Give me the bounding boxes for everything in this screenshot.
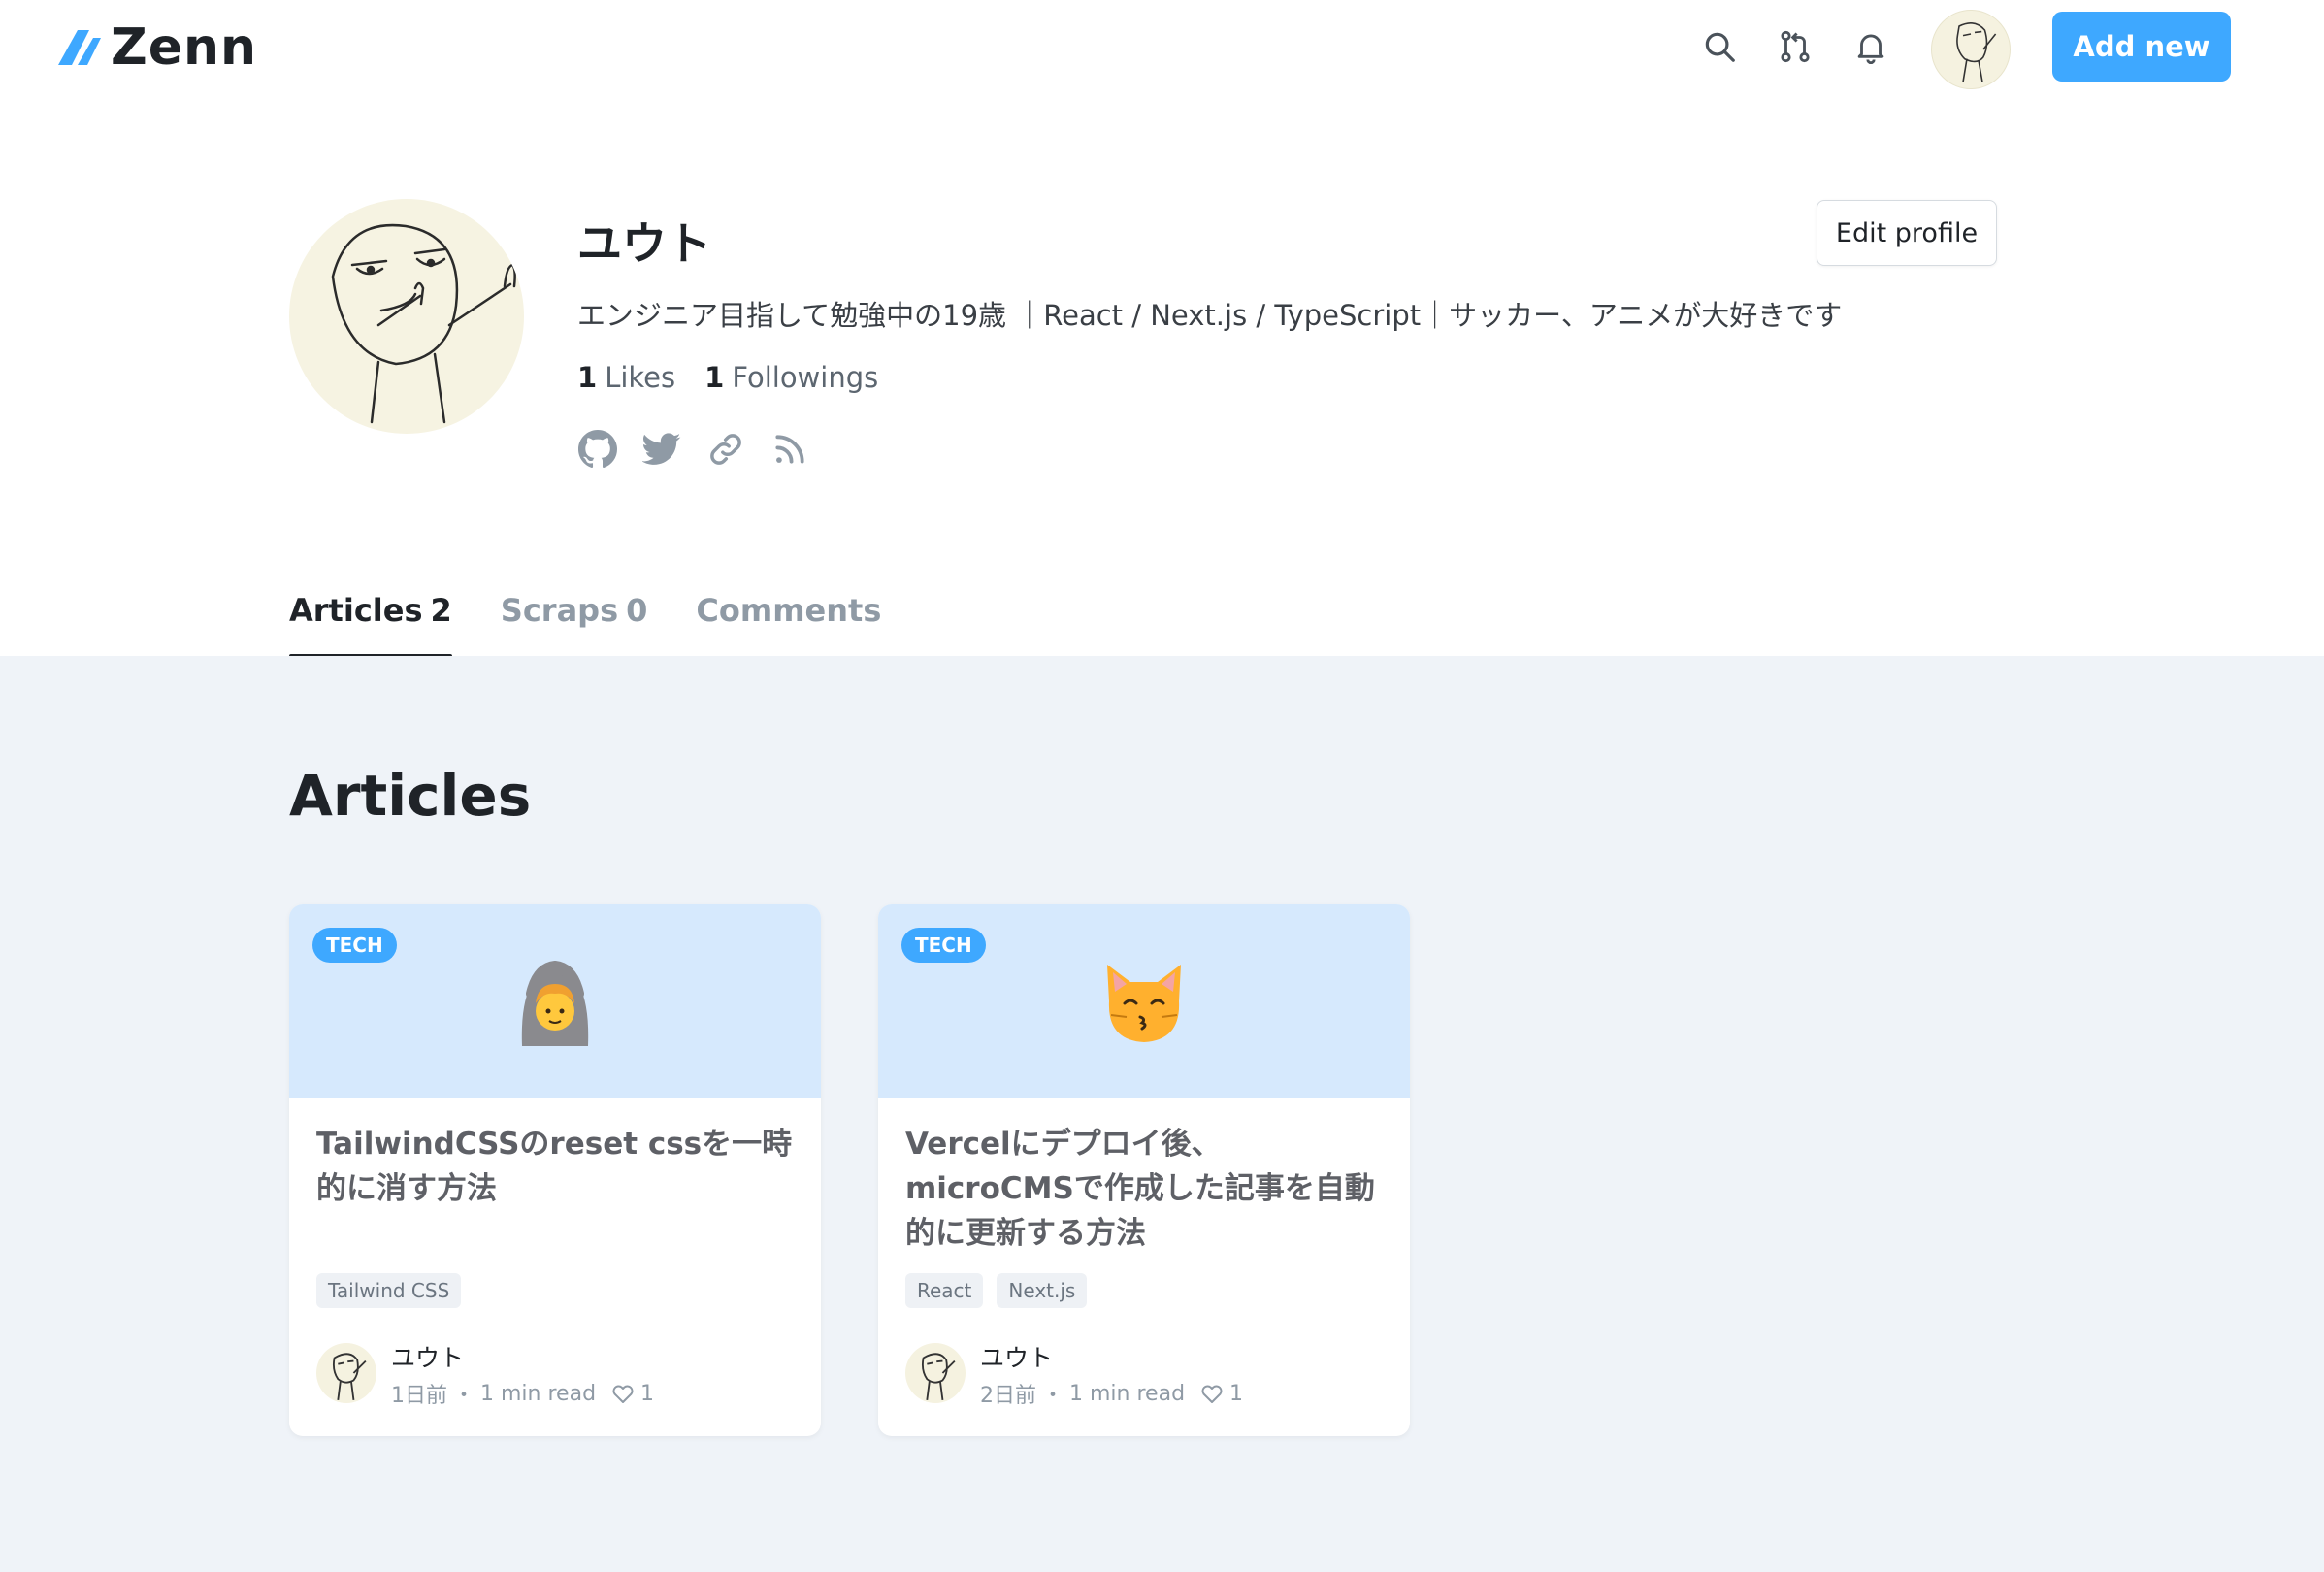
article-card[interactable]: TECH Vercelにデプロイ後、microCMSで作成した記事を自動的に更新… bbox=[878, 904, 1410, 1436]
article-date: 1日前 bbox=[391, 1384, 447, 1408]
followings-count: 1 bbox=[704, 361, 725, 394]
article-tags: React Next.js bbox=[905, 1273, 1088, 1308]
profile-bio: エンジニア目指して勉強中の19歳 ｜React / Next.js / Type… bbox=[577, 299, 1843, 332]
tab-label: Articles bbox=[289, 592, 423, 629]
author-avatar[interactable] bbox=[905, 1343, 966, 1403]
pull-request-icon[interactable] bbox=[1774, 25, 1817, 68]
author-name[interactable]: ユウト bbox=[391, 1339, 464, 1374]
add-new-button[interactable]: Add new bbox=[2052, 12, 2231, 82]
author-avatar[interactable] bbox=[316, 1343, 376, 1403]
card-thumbnail: TECH bbox=[289, 904, 821, 1098]
likes-stat[interactable]: 1 Likes bbox=[577, 361, 675, 394]
article-title[interactable]: Vercelにデプロイ後、microCMSで作成した記事を自動的に更新する方法 bbox=[905, 1122, 1383, 1256]
profile-name: ユウト bbox=[577, 217, 711, 270]
tab-articles[interactable]: Articles 2 bbox=[289, 592, 452, 658]
likes-count: 1 bbox=[577, 361, 598, 394]
followings-label: Followings bbox=[732, 361, 879, 394]
tab-comments[interactable]: Comments bbox=[696, 592, 881, 656]
tab-scraps[interactable]: Scraps 0 bbox=[501, 592, 648, 656]
tab-count: 0 bbox=[626, 592, 648, 629]
zenn-logo[interactable]: Zenn bbox=[56, 14, 257, 82]
github-icon[interactable] bbox=[577, 429, 618, 470]
topic-tag[interactable]: Next.js bbox=[997, 1273, 1088, 1308]
read-time: 1 min read bbox=[480, 1381, 597, 1406]
article-emoji-ok-gesture-icon bbox=[289, 943, 821, 1060]
edit-profile-button[interactable]: Edit profile bbox=[1817, 200, 1997, 266]
article-tags: Tailwind CSS bbox=[316, 1273, 462, 1308]
social-links bbox=[577, 429, 810, 470]
article-title[interactable]: TailwindCSSのreset cssを一時的に消す方法 bbox=[316, 1122, 794, 1211]
zenn-logo-icon bbox=[58, 30, 101, 65]
read-time: 1 min read bbox=[1069, 1381, 1186, 1406]
article-meta: 2日前 ・ 1 min read 1 bbox=[980, 1378, 1243, 1409]
bell-icon[interactable] bbox=[1849, 25, 1892, 68]
logo-text: Zenn bbox=[111, 18, 258, 77]
section-title: Articles bbox=[289, 763, 532, 829]
site-header: Zenn Add new bbox=[0, 0, 2324, 97]
article-emoji-kissing-cat-icon bbox=[878, 943, 1410, 1060]
profile-tabs: Articles 2 Scraps 0 Comments bbox=[289, 592, 930, 658]
twitter-icon[interactable] bbox=[641, 429, 682, 470]
separator-dot: ・ bbox=[1042, 1384, 1064, 1408]
user-avatar[interactable] bbox=[1931, 10, 2011, 89]
topic-tag[interactable]: Tailwind CSS bbox=[316, 1273, 462, 1308]
tab-count: 2 bbox=[430, 592, 452, 629]
heart-icon bbox=[611, 1383, 635, 1404]
likes-label: Likes bbox=[605, 361, 676, 394]
card-thumbnail: TECH bbox=[878, 904, 1410, 1098]
link-icon[interactable] bbox=[705, 429, 746, 470]
followings-stat[interactable]: 1 Followings bbox=[704, 361, 878, 394]
like-count: 1 bbox=[640, 1381, 655, 1406]
article-date: 2日前 bbox=[980, 1384, 1036, 1408]
rss-icon[interactable] bbox=[769, 429, 810, 470]
author-name[interactable]: ユウト bbox=[980, 1339, 1053, 1374]
like-count: 1 bbox=[1229, 1381, 1244, 1406]
main-content: Articles TECH TailwindCSSのreset cssを一時的に… bbox=[0, 656, 2324, 1572]
search-icon[interactable] bbox=[1698, 25, 1741, 68]
article-meta: 1日前 ・ 1 min read 1 bbox=[391, 1378, 654, 1409]
profile-avatar bbox=[289, 199, 524, 434]
tab-label: Scraps bbox=[500, 592, 619, 629]
topic-tag[interactable]: React bbox=[905, 1273, 984, 1308]
heart-icon bbox=[1200, 1383, 1224, 1404]
tab-label: Comments bbox=[696, 592, 882, 629]
profile-stats: 1 Likes 1 Followings bbox=[577, 361, 878, 394]
article-card[interactable]: TECH TailwindCSSのreset cssを一時的に消す方法 Tail… bbox=[289, 904, 821, 1436]
separator-dot: ・ bbox=[453, 1384, 475, 1408]
